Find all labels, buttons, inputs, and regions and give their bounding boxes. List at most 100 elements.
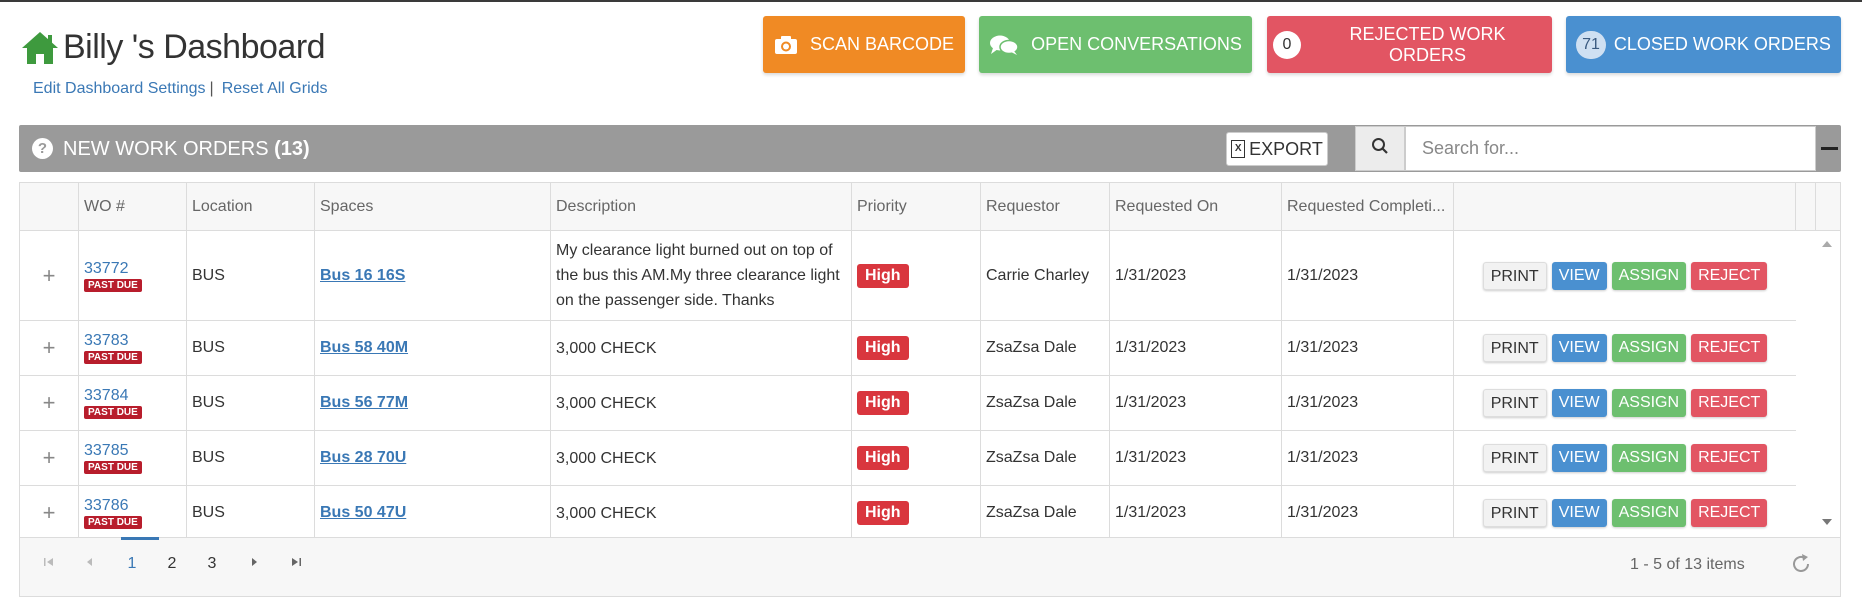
assign-button[interactable]: ASSIGN <box>1611 499 1687 527</box>
reject-button[interactable]: REJECT <box>1691 334 1768 362</box>
scroll-up-arrow-icon[interactable] <box>1822 241 1832 247</box>
description-cell: My clearance light burned out on top of … <box>551 231 852 320</box>
column-header-requested-on[interactable]: Requested On <box>1110 183 1282 231</box>
expand-row-icon[interactable]: + <box>20 486 79 540</box>
last-page-icon[interactable] <box>281 555 311 573</box>
column-header-spaces[interactable]: Spaces <box>315 183 551 231</box>
requested-completion-cell: 1/31/2023 <box>1282 431 1454 485</box>
wo-number-link[interactable]: 33783 <box>84 332 129 350</box>
requested-on-cell: 1/31/2023 <box>1110 231 1282 320</box>
home-icon <box>20 30 60 66</box>
wo-number-link[interactable]: 33786 <box>84 497 129 515</box>
assign-button[interactable]: ASSIGN <box>1611 334 1687 362</box>
priority-badge: High <box>857 501 909 525</box>
requested-on-cell: 1/31/2023 <box>1110 486 1282 540</box>
closed-work-orders-button[interactable]: 71 CLOSED WORK ORDERS <box>1566 16 1841 73</box>
priority-cell: High <box>852 431 981 485</box>
reject-button[interactable]: REJECT <box>1691 261 1768 290</box>
view-button[interactable]: VIEW <box>1551 389 1607 417</box>
page-title: Billy 's Dashboard <box>63 28 326 66</box>
camera-icon <box>774 35 798 55</box>
view-button[interactable]: VIEW <box>1551 499 1607 527</box>
reject-button[interactable]: REJECT <box>1691 499 1768 527</box>
scan-barcode-button[interactable]: SCAN BARCODE <box>763 16 965 73</box>
wo-number-link[interactable]: 33785 <box>84 442 129 460</box>
scroll-down-arrow-icon[interactable] <box>1822 519 1832 525</box>
view-button[interactable]: VIEW <box>1551 334 1607 362</box>
dashboard-header: Billy 's Dashboard Edit Dashboard Settin… <box>0 0 1862 110</box>
table-row: +33783 PAST DUE BUS Bus 58 40M 3,000 CHECK Hi… <box>20 321 1796 376</box>
column-header-wo[interactable]: WO # <box>79 183 187 231</box>
view-button[interactable]: VIEW <box>1551 261 1607 290</box>
export-button[interactable]: X EXPORT <box>1226 132 1328 166</box>
description-cell: 3,000 CHECK <box>551 321 852 375</box>
reset-all-grids-link[interactable]: Reset All Grids <box>222 80 328 97</box>
column-header-location[interactable]: Location <box>187 183 315 231</box>
search-button[interactable] <box>1355 126 1405 171</box>
past-due-badge: PAST DUE <box>84 461 142 474</box>
column-header-requestor[interactable]: Requestor <box>981 183 1110 231</box>
column-header-priority[interactable]: Priority <box>852 183 981 231</box>
search-input[interactable] <box>1405 126 1816 171</box>
requestor-cell: ZsaZsa Dale <box>981 486 1110 540</box>
requestor-cell: ZsaZsa Dale <box>981 321 1110 375</box>
wo-number-link[interactable]: 33784 <box>84 387 129 405</box>
space-link[interactable]: Bus 58 40M <box>320 339 408 357</box>
assign-button[interactable]: ASSIGN <box>1611 389 1687 417</box>
priority-cell: High <box>852 231 981 320</box>
spaces-cell: Bus 28 70U <box>315 431 551 485</box>
space-link[interactable]: Bus 16 16S <box>320 267 405 285</box>
description-cell: 3,000 CHECK <box>551 486 852 540</box>
table-row: +33786 PAST DUE BUS Bus 50 47U 3,000 CHECK Hi… <box>20 486 1796 541</box>
rejected-work-orders-button[interactable]: 0 REJECTED WORK ORDERS <box>1267 16 1552 73</box>
previous-page-icon[interactable] <box>75 555 105 573</box>
location-cell: BUS <box>187 321 315 375</box>
print-button[interactable]: PRINT <box>1482 444 1547 472</box>
assign-button[interactable]: ASSIGN <box>1611 261 1687 290</box>
grid-scrollbar[interactable] <box>1796 231 1840 537</box>
expand-row-icon[interactable]: + <box>20 376 79 430</box>
actions-cell: PRINT VIEW ASSIGN REJECT <box>1454 486 1796 540</box>
requested-on-cell: 1/31/2023 <box>1110 321 1282 375</box>
reject-button[interactable]: REJECT <box>1691 444 1768 472</box>
page-1-link[interactable]: 1 <box>117 537 159 573</box>
print-button[interactable]: PRINT <box>1482 499 1547 527</box>
scan-barcode-label: SCAN BARCODE <box>809 34 955 54</box>
actions-cell: PRINT VIEW ASSIGN REJECT <box>1454 376 1796 430</box>
first-page-icon[interactable] <box>34 555 64 573</box>
print-button[interactable]: PRINT <box>1482 389 1547 417</box>
space-link[interactable]: Bus 28 70U <box>320 449 406 467</box>
next-page-icon[interactable] <box>239 555 269 573</box>
expand-row-icon[interactable]: + <box>20 321 79 375</box>
space-link[interactable]: Bus 50 47U <box>320 504 406 522</box>
wo-cell: 33772 PAST DUE <box>79 231 187 320</box>
past-due-badge: PAST DUE <box>84 516 142 529</box>
collapse-panel-icon[interactable] <box>1821 147 1838 150</box>
open-conversations-button[interactable]: OPEN CONVERSATIONS <box>979 16 1252 73</box>
open-conversations-label: OPEN CONVERSATIONS <box>1031 34 1242 54</box>
wo-number-link[interactable]: 33772 <box>84 260 129 278</box>
page-2-link[interactable]: 2 <box>157 555 187 573</box>
edit-dashboard-settings-link[interactable]: Edit Dashboard Settings <box>33 80 206 97</box>
wo-cell: 33783 PAST DUE <box>79 321 187 375</box>
column-header-description[interactable]: Description <box>551 183 852 231</box>
print-button[interactable]: PRINT <box>1482 261 1547 290</box>
past-due-badge: PAST DUE <box>84 278 142 292</box>
new-work-orders-panel-header: ? NEW WORK ORDERS (13) X EXPORT <box>19 125 1841 172</box>
assign-button[interactable]: ASSIGN <box>1611 444 1687 472</box>
reject-button[interactable]: REJECT <box>1691 389 1768 417</box>
requestor-cell: ZsaZsa Dale <box>981 431 1110 485</box>
view-button[interactable]: VIEW <box>1551 444 1607 472</box>
requested-completion-cell: 1/31/2023 <box>1282 321 1454 375</box>
column-header-requested-completion[interactable]: Requested Completi... <box>1282 183 1454 231</box>
expand-row-icon[interactable]: + <box>20 431 79 485</box>
space-link[interactable]: Bus 56 77M <box>320 394 408 412</box>
location-cell: BUS <box>187 486 315 540</box>
expand-row-icon[interactable]: + <box>20 231 79 320</box>
print-button[interactable]: PRINT <box>1482 334 1547 362</box>
page-3-link[interactable]: 3 <box>197 555 227 573</box>
description-cell: 3,000 CHECK <box>551 431 852 485</box>
priority-badge: High <box>857 336 909 360</box>
refresh-icon[interactable] <box>1789 552 1813 576</box>
help-icon[interactable]: ? <box>32 138 53 159</box>
